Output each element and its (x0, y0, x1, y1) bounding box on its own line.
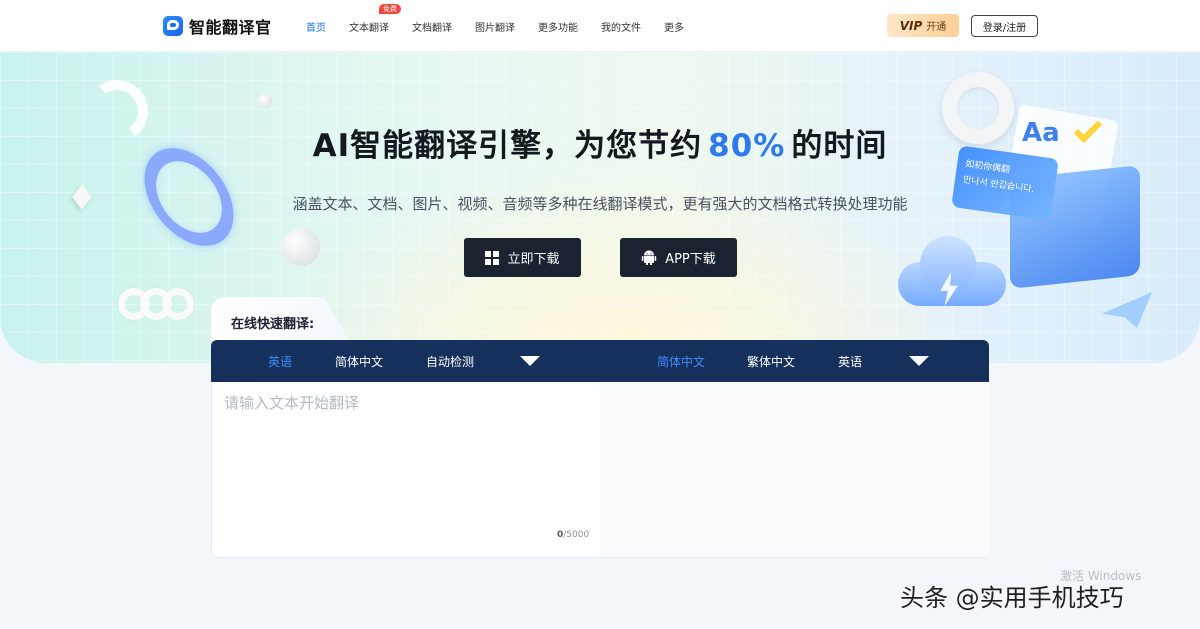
nav-image-translate[interactable]: 图片翻译 (475, 19, 515, 34)
main-nav: 首页 文本翻译 免费 文档翻译 图片翻译 更多功能 我的文件 更多 (306, 0, 707, 52)
target-lang-english[interactable]: 英语 (838, 353, 862, 370)
small-sphere-icon (258, 94, 272, 108)
hero-title: AI智能翻译引擎，为您节约 80% 的时间 (0, 120, 1200, 165)
source-lang-auto-detect[interactable]: 自动检测 (426, 353, 474, 370)
app-download-label: APP下载 (665, 252, 716, 267)
nav-home[interactable]: 首页 (306, 19, 326, 34)
hero-title-after: 的时间 (791, 128, 888, 164)
android-icon (642, 249, 657, 265)
spring-icon (118, 280, 198, 330)
nav-text-translate-label: 文本翻译 (349, 22, 389, 34)
free-badge: 免费 (379, 3, 401, 14)
translation-panel: 0/5000 (211, 382, 989, 558)
logo-text: 智能翻译官 (189, 18, 272, 37)
windows-icon (485, 250, 500, 265)
source-lang-simplified-chinese[interactable]: 简体中文 (335, 353, 383, 370)
source-lang-english[interactable]: 英语 (268, 353, 292, 370)
source-watermark: 头条 @实用手机技巧 (900, 584, 1124, 612)
login-button[interactable]: 登录/注册 (971, 15, 1038, 37)
source-lang-dropdown-icon[interactable] (520, 356, 540, 366)
char-limit: /5000 (563, 530, 590, 540)
sphere-icon (282, 228, 320, 266)
download-button-label: 立即下载 (507, 252, 560, 267)
target-lang-dropdown-icon[interactable] (909, 356, 929, 366)
hero-title-highlight: 80% (708, 128, 786, 164)
target-lang-simplified-chinese[interactable]: 简体中文 (657, 353, 705, 370)
translation-output (601, 382, 989, 557)
target-lang-traditional-chinese[interactable]: 繁体中文 (747, 353, 795, 370)
quick-translate-label: 在线快速翻译: (231, 317, 315, 332)
top-header: 智能翻译官 首页 文本翻译 免费 文档翻译 图片翻译 更多功能 我的文件 更多 … (0, 0, 1200, 52)
nav-text-translate[interactable]: 文本翻译 免费 (349, 3, 401, 34)
vip-button[interactable]: VIP 开通 (887, 14, 959, 37)
app-download-button[interactable]: APP下载 (620, 238, 737, 277)
vip-icon: VIP (899, 18, 923, 33)
hero-subtitle: 涵盖文本、文档、图片、视频、音频等多种在线翻译模式，更有强大的文档格式转换处理功… (292, 195, 908, 213)
download-button[interactable]: 立即下载 (464, 238, 581, 277)
nav-more[interactable]: 更多 (664, 19, 684, 34)
nav-more-features[interactable]: 更多功能 (538, 19, 578, 34)
cloud-icon (898, 236, 1006, 306)
char-counter: 0/5000 (557, 530, 589, 540)
logo-icon (163, 16, 183, 36)
logo[interactable]: 智能翻译官 (163, 14, 272, 38)
source-text-input[interactable] (224, 392, 594, 532)
hero-title-before: AI智能翻译引擎，为您节约 (312, 128, 703, 164)
hero-banner: Aa 如初你偶翻 만나서 반갑습니다. AI智能翻译引擎，为您节约 80% 的时间 … (0, 52, 1200, 363)
vip-label: 开通 (926, 22, 947, 33)
nav-doc-translate[interactable]: 文档翻译 (412, 19, 452, 34)
nav-my-files[interactable]: 我的文件 (601, 19, 641, 34)
language-bar: 英语 简体中文 自动检测 简体中文 繁体中文 英语 (211, 340, 989, 382)
